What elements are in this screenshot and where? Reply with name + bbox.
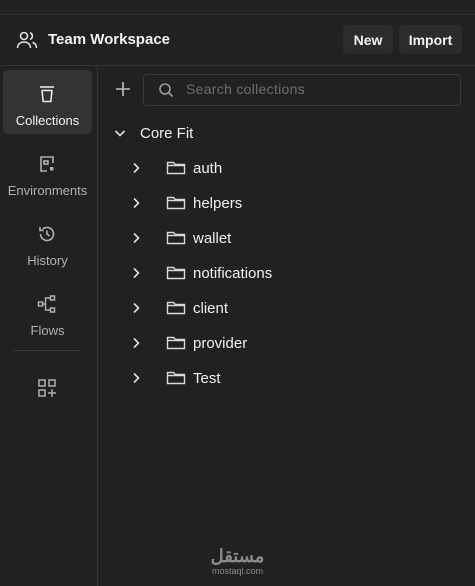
search-icon — [159, 83, 174, 98]
collection-name: Core Fit — [140, 124, 194, 142]
watermark-arabic: مستقل — [210, 546, 265, 566]
flows-icon — [37, 295, 56, 313]
folder-icon — [166, 371, 186, 385]
plus-icon[interactable] — [114, 80, 132, 98]
sidebar-item-label: Environments — [7, 183, 88, 198]
folder-icon — [166, 231, 186, 245]
folder-icon — [166, 161, 186, 175]
folder-icon — [166, 336, 186, 350]
chevron-right-icon — [133, 337, 140, 349]
folder-item[interactable]: Test — [130, 366, 460, 390]
folder-label: helpers — [193, 194, 243, 212]
folder-label: provider — [193, 334, 248, 352]
sidebar-item-collections[interactable]: Collections — [3, 70, 92, 134]
folder-icon — [166, 196, 186, 210]
folder-label: notifications — [193, 264, 273, 282]
collection-core-fit[interactable]: Core Fit — [114, 122, 193, 144]
add-widget-icon[interactable] — [37, 378, 57, 398]
sidebar-item-flows[interactable]: Flows — [3, 280, 92, 344]
chevron-right-icon — [133, 267, 140, 279]
folder-item[interactable]: auth — [130, 156, 460, 180]
search-input[interactable] — [186, 75, 446, 103]
chevron-right-icon — [133, 197, 140, 209]
watermark-logo: مستقل mostaql.com — [200, 546, 275, 576]
trash-bin-icon — [40, 86, 54, 103]
folder-item[interactable]: wallet — [130, 226, 460, 250]
sidebar-item-history[interactable]: History — [3, 210, 92, 274]
collections-panel: Core Fit auth helpers wallet notificatio… — [98, 66, 475, 586]
workspace-header: Team Workspace New Import — [0, 15, 475, 66]
team-icon — [16, 31, 38, 49]
environment-icon — [40, 156, 54, 172]
folder-item[interactable]: helpers — [130, 191, 460, 215]
folder-label: client — [193, 299, 229, 317]
folder-label: Test — [193, 369, 221, 387]
chevron-right-icon — [133, 232, 140, 244]
folder-item[interactable]: client — [130, 296, 460, 320]
folder-label: auth — [193, 159, 223, 177]
folder-item[interactable]: notifications — [130, 261, 460, 285]
chevron-down-icon — [114, 130, 126, 137]
sidebar-item-label: Collections — [15, 113, 80, 128]
watermark-latin: mostaql.com — [211, 566, 264, 576]
sidebar-item-label: History — [27, 253, 68, 268]
chevron-right-icon — [133, 302, 140, 314]
new-button[interactable]: New — [343, 25, 393, 54]
sidebar-divider — [13, 350, 81, 351]
sidebar-item-label: Flows — [30, 323, 65, 338]
folder-label: wallet — [193, 229, 232, 247]
workspace-title: Team Workspace — [48, 31, 170, 48]
sidebar: Collections Environments History Flows — [0, 66, 98, 586]
chevron-right-icon — [133, 162, 140, 174]
chevron-right-icon — [133, 372, 140, 384]
folder-icon — [166, 266, 186, 280]
history-icon — [39, 226, 55, 242]
folder-item[interactable]: provider — [130, 331, 460, 355]
search-box[interactable] — [143, 74, 461, 106]
sidebar-item-environments[interactable]: Environments — [3, 140, 92, 204]
folder-icon — [166, 301, 186, 315]
top-strip — [0, 0, 475, 15]
import-button[interactable]: Import — [399, 25, 462, 54]
